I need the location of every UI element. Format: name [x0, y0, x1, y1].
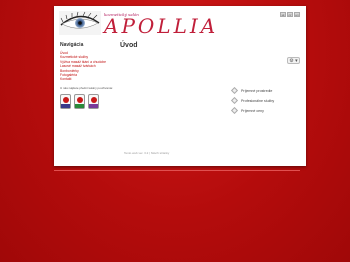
badge-2[interactable]	[74, 93, 85, 109]
header: kozmetický salón APOLLIA sk cz en	[54, 6, 306, 40]
badge-row	[60, 93, 116, 109]
lang-button-sk[interactable]: sk	[280, 12, 286, 17]
eye-logo-image	[59, 11, 101, 35]
feature-item: Príjemné prostredie	[230, 86, 274, 95]
page-title: Úvod	[120, 42, 138, 49]
settings-button[interactable]: ⚙ ▾	[287, 57, 300, 64]
logo-text[interactable]: APOLLIA	[104, 16, 218, 36]
badge-1[interactable]	[60, 93, 71, 109]
language-switcher: sk cz en	[280, 12, 300, 17]
diamond-icon	[230, 96, 239, 105]
feature-list: Príjemné prostredie Profesionálne služby…	[230, 86, 275, 118]
lang-button-cz[interactable]: cz	[287, 12, 293, 17]
footer-text: Tento web ver. 3.2 | Návrh stránky	[124, 151, 170, 155]
feature-label: Príjemné ceny	[241, 108, 264, 113]
divider	[54, 170, 300, 171]
sidebar: Navigácia Úvod Kozmetické služby Výživa …	[60, 42, 116, 109]
page-container: kozmetický salón APOLLIA sk cz en Navigá…	[54, 6, 306, 166]
feature-label: Príjemné prostredie	[241, 88, 273, 93]
nav-item-kontakt[interactable]: Kontakt	[60, 77, 116, 81]
badge-3[interactable]	[88, 93, 99, 109]
diamond-icon	[230, 106, 239, 115]
lang-button-en[interactable]: en	[294, 12, 300, 17]
feature-item: Profesionálne služby	[230, 96, 275, 105]
diamond-icon	[230, 86, 239, 95]
sidebar-note: U nás nájdete přední lekáry používania:	[60, 85, 113, 90]
feature-label: Profesionálne služby	[241, 98, 275, 103]
feature-item: Príjemné ceny	[230, 106, 274, 115]
nav-title: Navigácia	[60, 42, 84, 48]
nav-list: Úvod Kozmetické služby Výživa masáž tkán…	[60, 51, 116, 82]
